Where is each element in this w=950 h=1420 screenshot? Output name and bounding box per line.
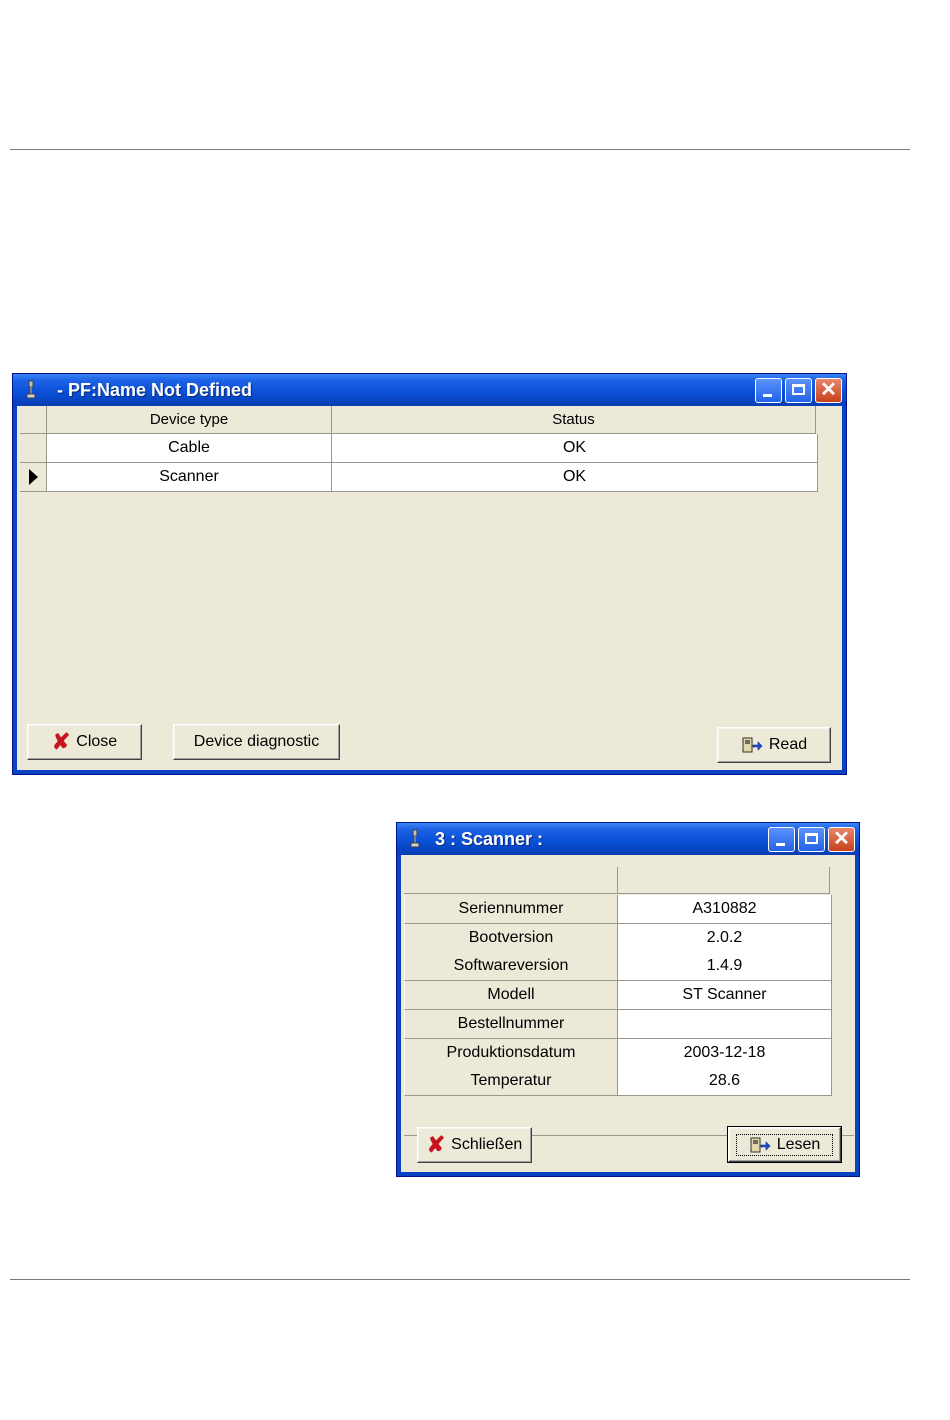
property-label: Bestellnummer bbox=[404, 1009, 618, 1039]
close-window-button[interactable]: ✕ bbox=[815, 378, 842, 403]
close-button[interactable]: ✘ Close bbox=[27, 724, 142, 760]
table-cell-status[interactable]: OK bbox=[332, 434, 818, 463]
column-header-status[interactable]: Status bbox=[332, 406, 816, 434]
property-value[interactable]: ST Scanner bbox=[618, 981, 832, 1011]
property-value[interactable]: 2.0.2 bbox=[618, 923, 832, 953]
titlebar[interactable]: 3 : Scanner : ✕ bbox=[397, 823, 859, 855]
top-rule bbox=[10, 149, 910, 150]
maximize-icon bbox=[792, 384, 805, 395]
minimize-button[interactable] bbox=[768, 827, 795, 852]
titlebar[interactable]: - PF:Name Not Defined ✕ bbox=[13, 374, 846, 406]
property-label: Softwareversion bbox=[404, 952, 618, 982]
table-cell-device-type[interactable]: Cable bbox=[47, 434, 332, 463]
property-value[interactable]: 2003-12-18 bbox=[618, 1038, 832, 1068]
table-cell-device-type[interactable]: Scanner bbox=[47, 463, 332, 492]
property-grid: Seriennummer A310882 Bootversion 2.0.2 Softw… bbox=[404, 867, 854, 1136]
close-icon: ✕ bbox=[833, 828, 850, 850]
property-label: Produktionsdatum bbox=[404, 1038, 618, 1068]
table-cell-status[interactable]: OK bbox=[332, 463, 818, 492]
bottom-rule bbox=[10, 1279, 910, 1280]
property-label: Bootversion bbox=[404, 923, 618, 953]
read-button[interactable]: Read bbox=[717, 727, 831, 763]
app-icon bbox=[26, 380, 36, 399]
read-button-label: Read bbox=[768, 736, 808, 753]
column-header-value[interactable] bbox=[618, 867, 830, 894]
maximize-button[interactable] bbox=[785, 378, 812, 403]
window-client: Seriennummer A310882 Bootversion 2.0.2 Softw… bbox=[401, 855, 855, 1172]
column-header-device-type[interactable]: Device type bbox=[47, 406, 332, 434]
property-value[interactable]: A310882 bbox=[618, 895, 832, 924]
scanner-info-window: 3 : Scanner : ✕ Seriennummer A310882 Bootv… bbox=[396, 822, 860, 1177]
schliessen-button[interactable]: ✘ Schließen bbox=[417, 1127, 532, 1163]
current-row-arrow-icon bbox=[29, 469, 38, 485]
device-diagnostic-button[interactable]: Device diagnostic bbox=[173, 724, 340, 760]
lesen-button-label: Lesen bbox=[776, 1135, 821, 1153]
column-header-property[interactable] bbox=[404, 867, 618, 894]
close-button-label: Close bbox=[76, 733, 118, 750]
property-label: Modell bbox=[404, 981, 618, 1011]
minimize-button[interactable] bbox=[755, 378, 782, 403]
app-icon bbox=[410, 829, 420, 848]
schliessen-button-label: Schließen bbox=[451, 1136, 523, 1153]
device-list-window: - PF:Name Not Defined ✕ Device type Stat… bbox=[12, 373, 847, 775]
red-x-icon: ✘ bbox=[426, 1132, 446, 1157]
property-label: Temperatur bbox=[404, 1067, 618, 1097]
window-title: - PF:Name Not Defined bbox=[57, 380, 253, 400]
maximize-button[interactable] bbox=[798, 827, 825, 852]
property-value[interactable]: 1.4.9 bbox=[618, 952, 832, 982]
property-label: Seriennummer bbox=[404, 895, 618, 924]
window-client: Device type Status Cable OK Scanner OK ✘… bbox=[17, 406, 842, 770]
minimize-icon bbox=[776, 843, 785, 846]
property-value[interactable]: 28.6 bbox=[618, 1067, 832, 1097]
maximize-icon bbox=[805, 833, 818, 844]
row-header-corner bbox=[20, 406, 47, 434]
device-read-icon bbox=[750, 1137, 771, 1152]
property-value[interactable] bbox=[618, 1009, 832, 1039]
window-title: 3 : Scanner : bbox=[435, 829, 544, 849]
close-icon: ✕ bbox=[820, 379, 837, 401]
device-diagnostic-label: Device diagnostic bbox=[193, 733, 320, 750]
minimize-icon bbox=[763, 394, 772, 397]
close-window-button[interactable]: ✕ bbox=[828, 827, 855, 852]
lesen-button[interactable]: Lesen bbox=[727, 1126, 842, 1163]
row-selector[interactable] bbox=[20, 434, 47, 463]
red-x-icon: ✘ bbox=[51, 729, 71, 754]
device-read-icon bbox=[742, 737, 763, 753]
